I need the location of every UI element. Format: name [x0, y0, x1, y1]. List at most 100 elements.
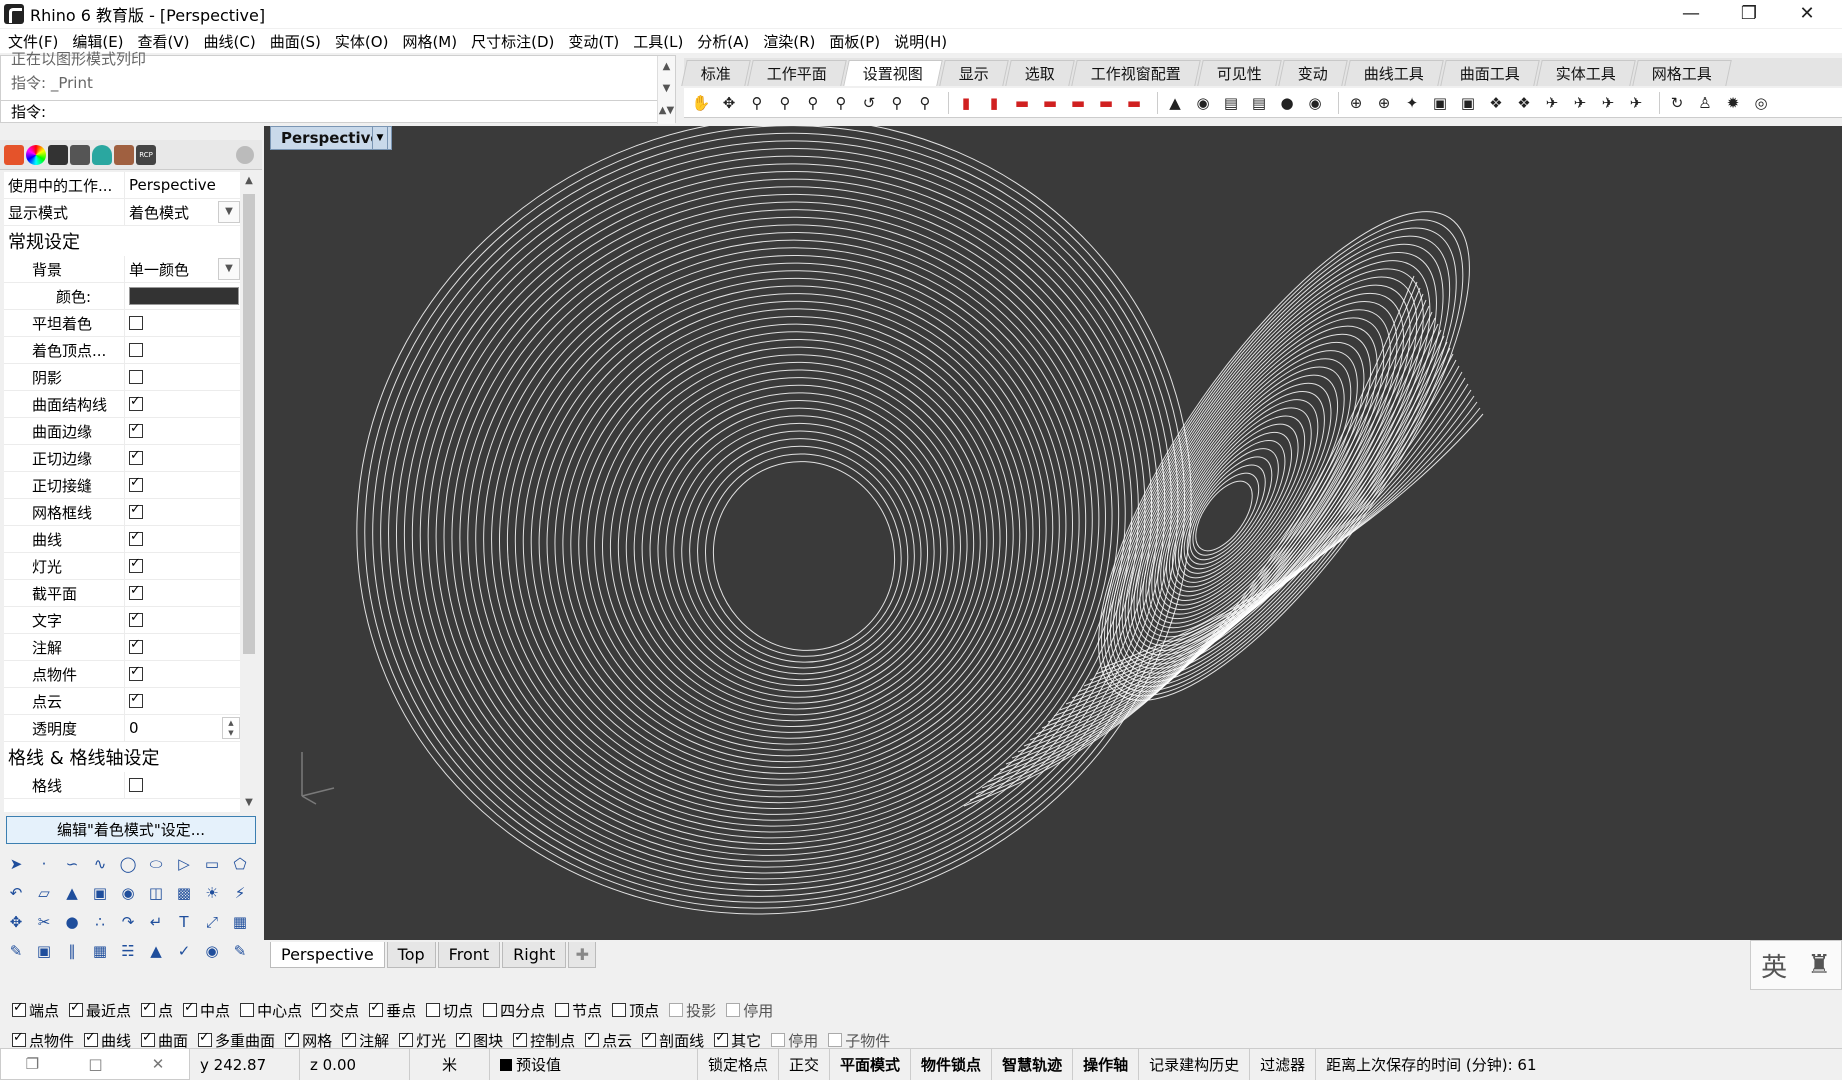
- rectangle-icon[interactable]: ▭: [200, 852, 224, 876]
- materials-tab-icon[interactable]: [26, 144, 46, 165]
- select-arrow-icon[interactable]: ➤: [4, 852, 28, 876]
- display-tab-icon[interactable]: [48, 144, 68, 165]
- compass-icon[interactable]: ◎: [1750, 92, 1772, 114]
- command-input[interactable]: 指令:: [1, 100, 657, 124]
- dimension-icon[interactable]: ∥: [60, 939, 84, 963]
- light-icon[interactable]: ●: [1276, 92, 1298, 114]
- osnap-item[interactable]: 点: [141, 1000, 173, 1021]
- group-icon[interactable]: ●: [60, 910, 84, 934]
- edit-curve-icon[interactable]: ↵: [144, 910, 168, 934]
- history-icon[interactable]: ☵: [116, 939, 140, 963]
- environment-tab-icon[interactable]: [92, 144, 112, 165]
- turntable-icon[interactable]: ✹: [1722, 92, 1744, 114]
- boolean-union-icon[interactable]: ◉: [116, 881, 140, 905]
- row-curves[interactable]: 曲线: [4, 526, 240, 553]
- view-bottom-car-icon[interactable]: ▮: [983, 92, 1005, 114]
- point-icon[interactable]: ·: [32, 852, 56, 876]
- grid-checkbox[interactable]: [129, 778, 143, 792]
- offset-curve-icon[interactable]: ↷: [116, 910, 140, 934]
- arc-icon[interactable]: ▷: [172, 852, 196, 876]
- axis-icon[interactable]: ✦: [1401, 92, 1423, 114]
- osnap-checkbox[interactable]: [69, 1000, 84, 1017]
- display-mode-select[interactable]: 着色模式: [129, 202, 189, 223]
- target-icon[interactable]: ⊕: [1345, 92, 1367, 114]
- osnap-checkbox[interactable]: [141, 1000, 156, 1017]
- row-annotations[interactable]: 注解: [4, 634, 240, 661]
- move-tool-icon[interactable]: ✥: [4, 910, 28, 934]
- ime-language[interactable]: 英: [1761, 947, 1787, 984]
- solid-tool-icon[interactable]: ◉: [200, 939, 224, 963]
- menu-curve[interactable]: 曲线(C): [204, 31, 256, 52]
- filter-checkbox[interactable]: [456, 1030, 471, 1047]
- scrollbar-thumb[interactable]: [243, 194, 255, 654]
- clipping-planes-checkbox[interactable]: [129, 583, 143, 600]
- filter-checkbox[interactable]: [84, 1030, 99, 1047]
- tab-top[interactable]: Top: [386, 942, 436, 968]
- gumball-toggle[interactable]: 操作轴: [1073, 1049, 1140, 1080]
- camera-target-icon[interactable]: ▲: [1164, 92, 1186, 114]
- scroll-spin-icon[interactable]: ▲▼: [658, 100, 675, 122]
- surface-points-icon[interactable]: ▱: [32, 881, 56, 905]
- row-background[interactable]: 背景 单一颜色 ▼: [4, 256, 240, 283]
- text-checkbox[interactable]: [129, 610, 143, 627]
- cylinder-icon[interactable]: ◫: [144, 881, 168, 905]
- smarttrack-toggle[interactable]: 智慧轨迹: [992, 1049, 1074, 1080]
- row-transparency[interactable]: 透明度 0 ▲ ▼: [4, 715, 240, 742]
- planar-toggle[interactable]: 平面模式: [830, 1049, 912, 1080]
- panel-scrollbar[interactable]: ▲ ▼: [240, 172, 258, 812]
- plane-view-icon[interactable]: ✈: [1597, 92, 1619, 114]
- row-surface-edges[interactable]: 曲面边缘: [4, 418, 240, 445]
- add-viewport-icon[interactable]: ✚: [568, 942, 597, 968]
- tab-cplanes[interactable]: 工作平面: [747, 60, 847, 86]
- ime-indicator[interactable]: 英 ♜: [1750, 940, 1842, 990]
- render-icon[interactable]: ⚡: [228, 881, 252, 905]
- row-point-clouds[interactable]: 点云: [4, 688, 240, 715]
- osnap-checkbox[interactable]: [12, 1000, 26, 1017]
- menu-dimension[interactable]: 尺寸标注(D): [471, 31, 554, 52]
- osnap-checkbox[interactable]: [369, 1000, 384, 1017]
- array-icon[interactable]: ▦: [228, 910, 252, 934]
- osnap-item[interactable]: 停用: [726, 1000, 773, 1021]
- filter-checkbox[interactable]: [342, 1030, 357, 1047]
- osnap-checkbox[interactable]: [312, 1000, 327, 1017]
- tangent-edges-checkbox[interactable]: [129, 448, 143, 465]
- menu-transform[interactable]: 变动(T): [568, 31, 619, 52]
- transparency-input[interactable]: 0: [129, 719, 139, 737]
- osnap-item[interactable]: 最近点: [69, 1000, 131, 1021]
- filter-checkbox[interactable]: [399, 1030, 414, 1047]
- osnap-checkbox[interactable]: [669, 1003, 684, 1017]
- cube-tool-icon[interactable]: ▣: [32, 939, 56, 963]
- fillet-curve-icon[interactable]: ↶: [4, 881, 28, 905]
- cube-view-icon[interactable]: ▣: [1457, 92, 1479, 114]
- points-on-icon[interactable]: ∴: [88, 910, 112, 934]
- tab-visibility[interactable]: 可见性: [1197, 60, 1282, 86]
- filter-checkbox[interactable]: [513, 1030, 528, 1047]
- row-flat-shading[interactable]: 平坦着色: [4, 310, 240, 337]
- menu-mesh[interactable]: 网格(M): [402, 31, 457, 52]
- scroll-down-icon[interactable]: ▼: [240, 794, 258, 812]
- gear-icon[interactable]: [236, 146, 254, 164]
- history-toggle[interactable]: 记录建构历史: [1139, 1049, 1251, 1080]
- menu-panels[interactable]: 面板(P): [829, 31, 880, 52]
- zoom-out-icon[interactable]: ⚲: [886, 92, 908, 114]
- view-front-car-icon[interactable]: ▬: [1067, 92, 1089, 114]
- osnap-item[interactable]: 节点: [555, 1000, 602, 1021]
- osnap-item[interactable]: 四分点: [483, 1000, 545, 1021]
- row-tangent-edges[interactable]: 正切边缘: [4, 445, 240, 472]
- box-axis-icon[interactable]: ▣: [1429, 92, 1451, 114]
- rhino-app-icon[interactable]: [4, 4, 24, 24]
- mesh-plane-icon[interactable]: ▩: [172, 881, 196, 905]
- plane-view2-icon[interactable]: ✈: [1625, 92, 1647, 114]
- tab-standard[interactable]: 标准: [681, 60, 751, 86]
- tab-display[interactable]: 显示: [939, 60, 1009, 86]
- rotate-view-icon[interactable]: ↻: [1666, 92, 1688, 114]
- menu-render[interactable]: 渲染(R): [763, 31, 815, 52]
- brush-tab-icon[interactable]: [114, 144, 134, 165]
- tab-surface-tools[interactable]: 曲面工具: [1440, 60, 1540, 86]
- tab-mesh-tools[interactable]: 网格工具: [1632, 60, 1732, 86]
- isocurves-checkbox[interactable]: [129, 394, 143, 411]
- mesh-wires-checkbox[interactable]: [129, 502, 143, 519]
- tab-perspective[interactable]: Perspective: [270, 942, 385, 968]
- osnap-item[interactable]: 顶点: [612, 1000, 659, 1021]
- text-tool-icon[interactable]: T: [172, 910, 196, 934]
